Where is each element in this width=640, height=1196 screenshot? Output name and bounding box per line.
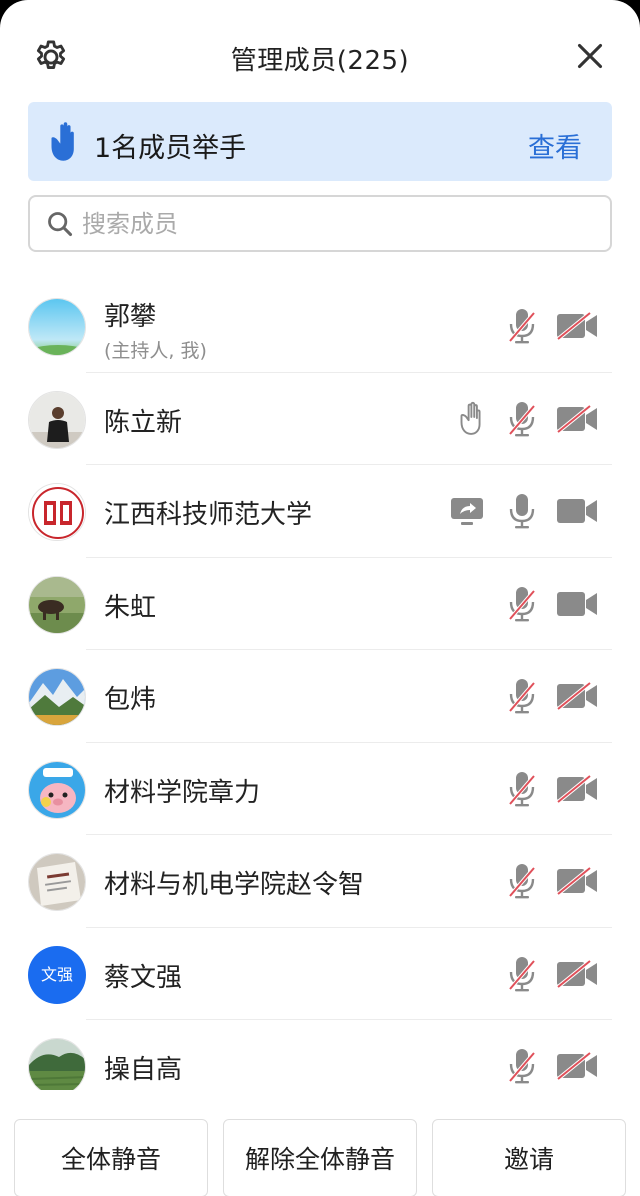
mic-muted-icon[interactable] [508, 586, 536, 626]
member-row[interactable]: 材料学院章力 [0, 743, 640, 835]
member-row[interactable]: 材料与机电学院赵令智 [0, 835, 640, 928]
footer-actions: 全体静音 解除全体静音 邀请 [0, 1105, 640, 1196]
avatar [28, 760, 86, 819]
mic-muted-icon[interactable] [508, 678, 536, 718]
avatar [28, 668, 86, 726]
search-icon [48, 212, 73, 237]
close-icon[interactable] [576, 42, 604, 70]
invite-button[interactable]: 邀请 [432, 1119, 626, 1196]
avatar [28, 1038, 86, 1090]
member-name: 操自高 [104, 1055, 183, 1085]
member-name: 郭攀 [104, 302, 157, 332]
member-name: 包炜 [104, 685, 157, 715]
camera-off-icon[interactable] [556, 311, 598, 344]
page-title: 管理成员(225) [230, 46, 410, 76]
member-name: 朱虹 [104, 592, 157, 623]
camera-off-icon[interactable] [556, 958, 598, 992]
camera-icon[interactable] [556, 590, 598, 622]
raised-hand-banner: 1名成员举手 查看 [28, 102, 612, 181]
search-input[interactable] [82, 205, 582, 243]
header: 管理成员(225) [0, 0, 640, 104]
member-row[interactable]: 操自高 [0, 1020, 640, 1090]
camera-off-icon[interactable] [556, 866, 598, 899]
mic-muted-icon[interactable] [508, 308, 536, 348]
camera-off-icon[interactable] [556, 1051, 598, 1084]
member-row[interactable]: 文强 蔡文强 [0, 928, 640, 1020]
avatar [28, 298, 86, 356]
member-row[interactable]: 朱虹 [0, 558, 640, 650]
member-name: 材料与机电学院赵令智 [104, 870, 365, 900]
manage-members-sheet: 管理成员(225) 1名成员举手 查看 郭攀 (主持人, 我) 陈立新江西科技师范大… [0, 0, 640, 1196]
screen-share-icon [450, 497, 484, 531]
mic-muted-icon[interactable] [508, 956, 536, 996]
mic-muted-icon[interactable] [508, 1048, 536, 1088]
mute-all-button[interactable]: 全体静音 [14, 1119, 208, 1196]
member-name: 陈立新 [104, 407, 183, 438]
member-row[interactable]: 江西科技师范大学 [0, 465, 640, 558]
mic-muted-icon[interactable] [508, 401, 536, 441]
member-row[interactable]: 郭攀 (主持人, 我) [0, 280, 640, 373]
raised-hand-text: 1名成员举手 [94, 133, 247, 164]
unmute-all-button[interactable]: 解除全体静音 [223, 1119, 417, 1196]
member-list[interactable]: 郭攀 (主持人, 我) 陈立新江西科技师范大学 朱虹包炜材料学院章力材料与机电学院赵令… [0, 280, 640, 1090]
member-row[interactable]: 包炜 [0, 650, 640, 743]
member-role: (主持人, 我) [104, 340, 207, 362]
search-box[interactable] [28, 195, 612, 252]
mic-icon[interactable] [508, 493, 536, 533]
avatar [28, 390, 86, 449]
member-row[interactable]: 陈立新 [0, 373, 640, 465]
member-name: 材料学院章力 [104, 777, 261, 808]
member-name: 蔡文强 [104, 962, 183, 993]
camera-off-icon[interactable] [556, 403, 598, 437]
raised-hand-icon [457, 401, 483, 439]
avatar [28, 853, 86, 911]
camera-icon[interactable] [556, 497, 598, 529]
camera-off-icon[interactable] [556, 773, 598, 807]
camera-off-icon[interactable] [556, 681, 598, 714]
avatar [28, 483, 86, 541]
view-raised-hands-button[interactable]: 查看 [528, 126, 582, 165]
mic-muted-icon[interactable] [508, 771, 536, 811]
avatar [28, 575, 86, 634]
raised-hand-icon [51, 122, 74, 161]
avatar: 文强 [28, 945, 86, 1004]
member-name: 江西科技师范大学 [104, 500, 313, 530]
mic-muted-icon[interactable] [508, 863, 536, 903]
